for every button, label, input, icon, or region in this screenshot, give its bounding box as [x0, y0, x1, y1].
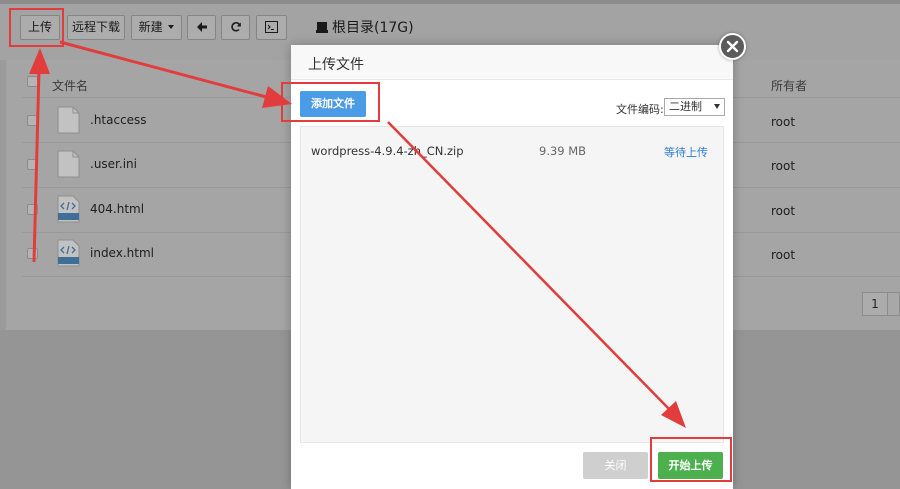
drive-icon [316, 22, 328, 33]
queued-file-status: 等待上传 [664, 146, 708, 159]
file-name[interactable]: .user.ini [90, 157, 137, 171]
refresh-icon [230, 22, 241, 32]
file-name[interactable]: .htaccess [90, 113, 147, 127]
html-file-icon [57, 195, 80, 223]
refresh-button[interactable] [221, 15, 250, 40]
caret-down-icon [168, 25, 175, 29]
row-checkbox[interactable] [27, 248, 38, 259]
pagination-page-button[interactable]: 1 [862, 292, 888, 316]
top-divider [0, 0, 900, 4]
encoding-select[interactable]: 二进制 [664, 98, 725, 116]
highlight-box-add-file [281, 82, 380, 122]
column-header-owner[interactable]: 所有者 [771, 77, 807, 94]
highlight-box-start-upload [650, 437, 732, 482]
root-directory-breadcrumb[interactable]: 根目录(17G) [316, 18, 414, 38]
arrow-left-icon [196, 22, 207, 32]
close-dialog-button[interactable]: 关闭 [583, 452, 648, 479]
file-name[interactable]: index.html [90, 246, 154, 260]
queued-file-size: 9.39 MB [539, 144, 587, 158]
row-checkbox[interactable] [27, 204, 38, 215]
file-owner: root [771, 159, 796, 173]
new-button-label: 新建 [138, 20, 163, 34]
row-checkbox[interactable] [27, 115, 38, 126]
chevron-down-icon [714, 104, 720, 109]
encoding-select-value: 二进制 [669, 100, 702, 113]
close-icon [726, 40, 739, 53]
blank-file-icon [57, 106, 80, 134]
file-owner: root [771, 204, 796, 218]
html-file-icon [57, 239, 80, 267]
row-checkbox[interactable] [27, 159, 38, 170]
new-dropdown-button[interactable]: 新建 [131, 15, 182, 40]
file-name[interactable]: 404.html [90, 202, 144, 216]
blank-file-icon [57, 150, 80, 178]
dialog-close-button[interactable] [719, 33, 746, 60]
root-directory-label: 根目录(17G) [332, 20, 414, 36]
terminal-icon [265, 21, 278, 33]
encoding-label: 文件编码: [616, 103, 664, 116]
file-owner: root [771, 115, 796, 129]
pagination-next-button[interactable] [888, 292, 900, 316]
remote-download-button[interactable]: 远程下载 [67, 15, 125, 40]
dialog-title: 上传文件 [308, 57, 364, 73]
terminal-button[interactable] [256, 15, 287, 40]
upload-queue[interactable]: wordpress-4.9.4-zh_CN.zip 9.39 MB 等待上传 [300, 126, 724, 443]
back-button[interactable] [187, 15, 216, 40]
highlight-box-upload [9, 8, 64, 47]
dialog-header: 上传文件 [291, 45, 733, 80]
column-header-name[interactable]: 文件名 [52, 77, 88, 94]
file-owner: root [771, 248, 796, 262]
select-all-checkbox[interactable] [27, 76, 38, 87]
queued-file-name: wordpress-4.9.4-zh_CN.zip [311, 144, 464, 158]
